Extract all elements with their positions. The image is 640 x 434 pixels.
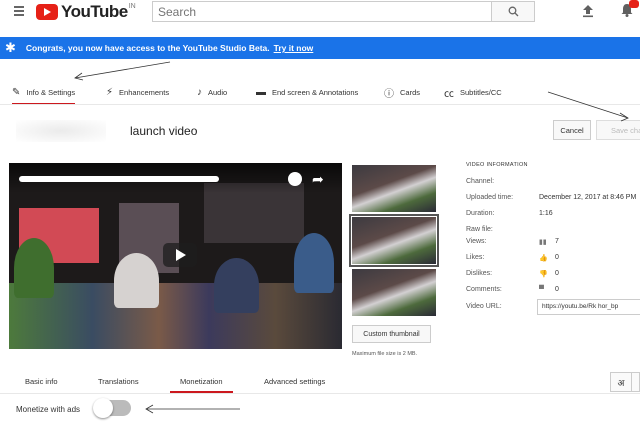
- video-url-field[interactable]: https://youtu.be/Rk hor_bp: [537, 299, 640, 315]
- views-value: 7: [555, 238, 559, 245]
- editor-tabs: ✎ Info & Settings ⚡ Enhancements ♪ Audio…: [0, 80, 640, 105]
- tab-end-screen[interactable]: ▬ End screen & Annotations: [256, 80, 358, 104]
- comment-icon: ▀: [539, 286, 544, 293]
- menu-icon[interactable]: [14, 6, 24, 16]
- divider: [0, 393, 640, 394]
- tab-cards[interactable]: ⓘ Cards: [384, 80, 420, 104]
- redacted-area: [16, 120, 106, 142]
- video-frame-detail: [114, 253, 159, 308]
- save-changes-button[interactable]: Save cha: [596, 120, 640, 140]
- watch-later-icon[interactable]: [288, 172, 302, 186]
- tab-monetization[interactable]: Monetization: [170, 377, 232, 393]
- annotation-arrow: [74, 61, 171, 79]
- play-button[interactable]: [163, 243, 197, 267]
- notification-badge: [629, 0, 639, 8]
- try-it-now-link[interactable]: Try it now: [274, 43, 314, 53]
- views-label: Views:: [466, 238, 487, 245]
- video-frame-detail: [294, 233, 334, 293]
- channel-label: Channel:: [466, 178, 495, 185]
- dislikes-label: Dislikes:: [466, 270, 493, 277]
- youtube-logo[interactable]: YouTube IN: [36, 2, 136, 22]
- studio-beta-banner: ✱ Congrats, you now have access to the Y…: [0, 37, 640, 59]
- toggle-knob[interactable]: [93, 398, 113, 418]
- language-button[interactable]: अ: [610, 372, 632, 392]
- cc-icon: ㏄: [444, 88, 454, 100]
- uploaded-value: December 12, 2017 at 8:46 PM: [539, 194, 637, 201]
- video-info-heading: VIDEO INFORMATION: [466, 162, 528, 168]
- monetize-label: Monetize with ads: [16, 405, 81, 414]
- raw-file-label: Raw file:: [466, 226, 493, 233]
- video-frame-detail: [9, 283, 342, 349]
- tab-label: Subtitles/CC: [460, 87, 502, 97]
- logo-country: IN: [128, 3, 136, 10]
- search-icon: [508, 6, 518, 17]
- video-title: launch video: [130, 124, 198, 138]
- tab-advanced-settings[interactable]: Advanced settings: [264, 377, 325, 386]
- tab-label: Enhancements: [119, 87, 170, 97]
- likes-value: 0: [555, 254, 559, 261]
- video-frame-detail: [214, 258, 259, 313]
- end-screen-icon: ▬: [256, 86, 266, 98]
- duration-value: 1:16: [539, 210, 553, 217]
- youtube-play-icon: [36, 4, 58, 20]
- pencil-icon: ✎: [12, 86, 21, 98]
- tab-translations[interactable]: Translations: [98, 377, 139, 386]
- comments-label: Comments:: [466, 286, 502, 293]
- uploaded-label: Uploaded time:: [466, 194, 514, 201]
- star-icon: ✱: [5, 40, 16, 55]
- tab-label: Cards: [400, 87, 421, 97]
- tab-info-settings[interactable]: ✎ Info & Settings: [12, 80, 76, 105]
- tab-subtitles[interactable]: ㏄ Subtitles/CC: [444, 80, 502, 104]
- cancel-button[interactable]: Cancel: [553, 120, 591, 140]
- annotation-arrow-head: [74, 72, 84, 81]
- dislikes-value: 0: [555, 270, 559, 277]
- likes-label: Likes:: [466, 254, 485, 261]
- logo-text: YouTube: [61, 2, 128, 21]
- bar-chart-icon: ▮▮: [539, 239, 547, 246]
- duration-label: Duration:: [466, 210, 495, 217]
- video-frame-detail: [14, 238, 54, 298]
- tab-label: Audio: [208, 87, 228, 97]
- banner-message: Congrats, you now have access to the You…: [25, 43, 270, 53]
- thumbs-down-icon: 👎: [539, 271, 548, 278]
- tab-label: End screen & Annotations: [272, 87, 359, 97]
- custom-thumbnail-button[interactable]: Custom thumbnail: [352, 325, 431, 343]
- tab-basic-info[interactable]: Basic info: [25, 377, 58, 386]
- comments-value: 0: [555, 286, 559, 293]
- annotation-arrow-head: [145, 404, 154, 414]
- tab-enhancements[interactable]: ⚡ Enhancements: [106, 80, 169, 104]
- video-url-label: Video URL:: [466, 303, 502, 310]
- share-icon[interactable]: ➦: [312, 172, 324, 186]
- info-icon: ⓘ: [384, 88, 394, 100]
- thumbs-up-icon: 👍: [539, 255, 548, 262]
- upload-icon[interactable]: [581, 4, 595, 18]
- redacted-title: [19, 176, 219, 182]
- top-header: YouTube IN: [0, 0, 640, 24]
- tab-audio[interactable]: ♪ Audio: [197, 80, 227, 104]
- search-button[interactable]: [491, 1, 535, 22]
- search-input[interactable]: [152, 1, 492, 22]
- file-size-note: Maximum file size is 2 MB.: [352, 351, 418, 357]
- thumbnail-option-1[interactable]: [352, 165, 436, 212]
- tab-label: Info & Settings: [26, 87, 76, 97]
- divider: [0, 104, 640, 105]
- video-player[interactable]: ➦: [9, 163, 342, 349]
- magic-wand-icon: ⚡: [106, 86, 114, 98]
- thumbnail-option-2[interactable]: [349, 214, 439, 267]
- music-note-icon: ♪: [197, 86, 202, 98]
- chevron-down-icon[interactable]: [632, 372, 640, 392]
- thumbnail-option-3[interactable]: [352, 269, 436, 316]
